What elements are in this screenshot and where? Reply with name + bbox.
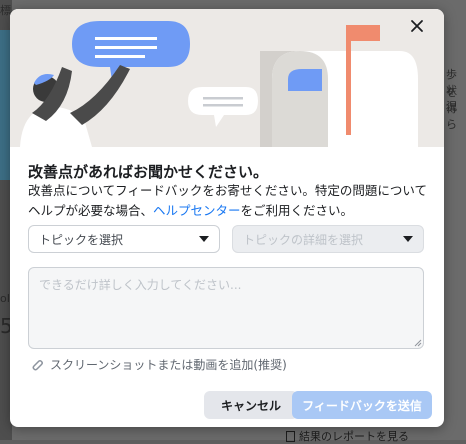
footer-link-label: 結果のレポートを見る: [299, 430, 409, 443]
mailbox-flag: [346, 25, 380, 41]
chevron-down-icon: [403, 236, 413, 242]
details-textarea[interactable]: [28, 267, 424, 349]
mailbox-flag-pole: [346, 29, 351, 135]
dialog-title: 改善点があればお聞かせください。: [28, 163, 269, 181]
chevron-down-icon: [199, 236, 209, 242]
topic-select-label: トピックを選択: [39, 232, 124, 247]
feedback-dialog: 改善点があればお聞かせください。 改善点についてフィードバックをお寄せください。…: [10, 9, 444, 427]
speech-bubble-blue: [72, 21, 190, 81]
topic-select[interactable]: トピックを選択: [28, 225, 220, 253]
close-button[interactable]: [410, 19, 432, 41]
close-icon: [411, 20, 423, 32]
background-text: oI: [0, 292, 10, 305]
submit-feedback-button[interactable]: フィードバックを送信: [292, 391, 432, 419]
hero-illustration: [10, 9, 444, 147]
speech-bubble-white: [188, 87, 258, 127]
background-text: を得ら: [446, 86, 457, 131]
cancel-button[interactable]: キャンセル: [204, 391, 298, 419]
topic-detail-select[interactable]: トピックの詳細を選択: [232, 225, 424, 253]
background-image: [0, 30, 10, 180]
resize-grip-icon[interactable]: [414, 339, 422, 347]
add-attachment-button[interactable]: スクリーンショットまたは動画を追加(推奨): [30, 356, 287, 373]
feedback-illustration: [20, 21, 418, 147]
topic-detail-select-label: トピックの詳細を選択: [243, 232, 364, 247]
description-text: をご利用ください。: [240, 203, 354, 218]
dialog-description: 改善点についてフィードバックをお寄せください。特定の問題についてヘルプが必要な場…: [28, 181, 428, 221]
add-attachment-label: スクリーンショットまたは動画を追加(推奨): [50, 358, 287, 372]
paperclip-icon: [32, 359, 43, 370]
background-footer-link: 結果のレポートを見る: [286, 428, 409, 444]
help-center-link[interactable]: ヘルプセンター: [153, 203, 241, 218]
